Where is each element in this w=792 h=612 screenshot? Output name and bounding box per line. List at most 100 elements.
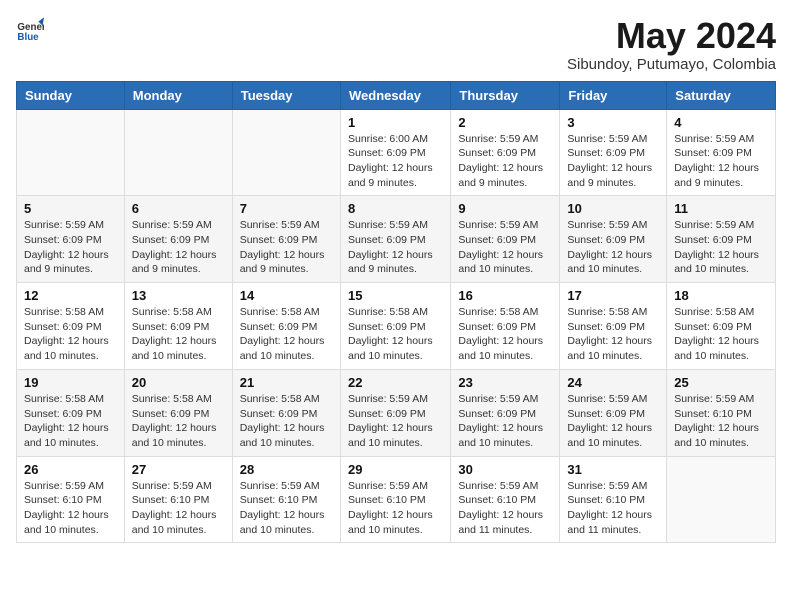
day-info: Sunrise: 5:58 AMSunset: 6:09 PMDaylight:… <box>132 392 225 451</box>
day-info: Sunrise: 5:58 AMSunset: 6:09 PMDaylight:… <box>674 305 768 364</box>
calendar-week-row: 12 Sunrise: 5:58 AMSunset: 6:09 PMDayligh… <box>17 283 776 370</box>
day-number: 11 <box>674 201 768 216</box>
day-number: 20 <box>132 375 225 390</box>
weekday-header-saturday: Saturday <box>667 81 776 109</box>
day-number: 27 <box>132 462 225 477</box>
day-info: Sunrise: 5:59 AMSunset: 6:09 PMDaylight:… <box>348 392 443 451</box>
weekday-header-tuesday: Tuesday <box>232 81 340 109</box>
day-info: Sunrise: 5:59 AMSunset: 6:10 PMDaylight:… <box>24 479 117 538</box>
day-info: Sunrise: 5:59 AMSunset: 6:09 PMDaylight:… <box>132 218 225 277</box>
weekday-header-sunday: Sunday <box>17 81 125 109</box>
calendar-cell: 27 Sunrise: 5:59 AMSunset: 6:10 PMDayligh… <box>124 456 232 543</box>
page-header: General Blue May 2024 Sibundoy, Putumayo… <box>16 16 776 73</box>
calendar-cell: 23Sunrise: 5:59 AMSunset: 6:09 PMDayligh… <box>451 369 560 456</box>
calendar-cell: 5Sunrise: 5:59 AMSunset: 6:09 PMDaylight… <box>17 196 125 283</box>
day-number: 1 <box>348 115 443 130</box>
calendar-cell: 30Sunrise: 5:59 AMSunset: 6:10 PMDayligh… <box>451 456 560 543</box>
calendar-cell: 31 Sunrise: 5:59 AMSunset: 6:10 PMDayligh… <box>560 456 667 543</box>
calendar-cell: 19 Sunrise: 5:58 AMSunset: 6:09 PMDayligh… <box>17 369 125 456</box>
calendar-cell: 29 Sunrise: 5:59 AMSunset: 6:10 PMDayligh… <box>340 456 450 543</box>
weekday-header-wednesday: Wednesday <box>340 81 450 109</box>
day-info: Sunrise: 5:59 AMSunset: 6:10 PMDaylight:… <box>348 479 443 538</box>
day-number: 5 <box>24 201 117 216</box>
calendar-cell: 17Sunrise: 5:58 AMSunset: 6:09 PMDayligh… <box>560 283 667 370</box>
day-number: 16 <box>458 288 552 303</box>
day-number: 14 <box>240 288 333 303</box>
day-number: 30 <box>458 462 552 477</box>
day-number: 2 <box>458 115 552 130</box>
calendar-cell: 16 Sunrise: 5:58 AMSunset: 6:09 PMDayligh… <box>451 283 560 370</box>
calendar-cell: 7Sunrise: 5:59 AMSunset: 6:09 PMDaylight… <box>232 196 340 283</box>
calendar-cell: 25 Sunrise: 5:59 AMSunset: 6:10 PMDayligh… <box>667 369 776 456</box>
calendar-week-row: 5 Sunrise: 5:59 AMSunset: 6:09 PMDaylight… <box>17 196 776 283</box>
logo-icon: General Blue <box>16 16 44 44</box>
calendar-cell: 6 Sunrise: 5:59 AMSunset: 6:09 PMDaylight… <box>124 196 232 283</box>
calendar-cell: 15Sunrise: 5:58 AMSunset: 6:09 PMDayligh… <box>340 283 450 370</box>
day-info: Sunrise: 5:59 AMSunset: 6:10 PMDaylight:… <box>240 479 333 538</box>
calendar-cell: 24Sunrise: 5:59 AMSunset: 6:09 PMDayligh… <box>560 369 667 456</box>
calendar-cell: 9 Sunrise: 5:59 AMSunset: 6:09 PMDaylight… <box>451 196 560 283</box>
day-info: Sunrise: 5:59 AMSunset: 6:09 PMDaylight:… <box>567 132 659 191</box>
day-number: 22 <box>348 375 443 390</box>
day-info: Sunrise: 5:59 AMSunset: 6:10 PMDaylight:… <box>567 479 659 538</box>
calendar-cell <box>667 456 776 543</box>
day-number: 18 <box>674 288 768 303</box>
day-info: Sunrise: 5:59 AMSunset: 6:09 PMDaylight:… <box>240 218 333 277</box>
calendar-cell: 20 Sunrise: 5:58 AMSunset: 6:09 PMDayligh… <box>124 369 232 456</box>
day-info: Sunrise: 5:59 AMSunset: 6:09 PMDaylight:… <box>674 218 768 277</box>
day-info: Sunrise: 5:59 AMSunset: 6:09 PMDaylight:… <box>458 218 552 277</box>
calendar-cell: 13Sunrise: 5:58 AMSunset: 6:09 PMDayligh… <box>124 283 232 370</box>
calendar-week-row: 26 Sunrise: 5:59 AMSunset: 6:10 PMDayligh… <box>17 456 776 543</box>
day-info: Sunrise: 5:59 AMSunset: 6:09 PMDaylight:… <box>348 218 443 277</box>
day-info: Sunrise: 5:58 AMSunset: 6:09 PMDaylight:… <box>458 305 552 364</box>
day-number: 3 <box>567 115 659 130</box>
day-info: Sunrise: 5:58 AMSunset: 6:09 PMDaylight:… <box>24 392 117 451</box>
calendar-cell <box>17 109 125 196</box>
day-info: Sunrise: 5:58 AMSunset: 6:09 PMDaylight:… <box>240 305 333 364</box>
calendar-cell: 3 Sunrise: 5:59 AMSunset: 6:09 PMDaylight… <box>560 109 667 196</box>
svg-text:Blue: Blue <box>17 32 39 43</box>
title-block: May 2024 Sibundoy, Putumayo, Colombia <box>567 16 776 73</box>
day-number: 12 <box>24 288 117 303</box>
weekday-header-thursday: Thursday <box>451 81 560 109</box>
day-number: 31 <box>567 462 659 477</box>
calendar-week-row: 19 Sunrise: 5:58 AMSunset: 6:09 PMDayligh… <box>17 369 776 456</box>
day-info: Sunrise: 5:59 AMSunset: 6:09 PMDaylight:… <box>567 218 659 277</box>
day-info: Sunrise: 5:59 AMSunset: 6:09 PMDaylight:… <box>458 132 552 191</box>
weekday-header-monday: Monday <box>124 81 232 109</box>
day-number: 6 <box>132 201 225 216</box>
calendar-cell: 10Sunrise: 5:59 AMSunset: 6:09 PMDayligh… <box>560 196 667 283</box>
calendar-cell: 22 Sunrise: 5:59 AMSunset: 6:09 PMDayligh… <box>340 369 450 456</box>
calendar-table: SundayMondayTuesdayWednesdayThursdayFrid… <box>16 81 776 544</box>
day-info: Sunrise: 5:58 AMSunset: 6:09 PMDaylight:… <box>348 305 443 364</box>
day-info: Sunrise: 5:58 AMSunset: 6:09 PMDaylight:… <box>24 305 117 364</box>
day-number: 13 <box>132 288 225 303</box>
calendar-cell: 14 Sunrise: 5:58 AMSunset: 6:09 PMDayligh… <box>232 283 340 370</box>
day-number: 9 <box>458 201 552 216</box>
day-info: Sunrise: 5:59 AMSunset: 6:09 PMDaylight:… <box>674 132 768 191</box>
day-number: 26 <box>24 462 117 477</box>
calendar-week-row: 1 Sunrise: 6:00 AMSunset: 6:09 PMDaylight… <box>17 109 776 196</box>
location-subtitle: Sibundoy, Putumayo, Colombia <box>567 56 776 73</box>
day-number: 29 <box>348 462 443 477</box>
day-info: Sunrise: 5:59 AMSunset: 6:10 PMDaylight:… <box>674 392 768 451</box>
calendar-cell: 18 Sunrise: 5:58 AMSunset: 6:09 PMDayligh… <box>667 283 776 370</box>
calendar-body: 1 Sunrise: 6:00 AMSunset: 6:09 PMDaylight… <box>17 109 776 543</box>
day-number: 28 <box>240 462 333 477</box>
day-number: 19 <box>24 375 117 390</box>
day-number: 25 <box>674 375 768 390</box>
calendar-cell: 2 Sunrise: 5:59 AMSunset: 6:09 PMDaylight… <box>451 109 560 196</box>
calendar-cell: 21 Sunrise: 5:58 AMSunset: 6:09 PMDayligh… <box>232 369 340 456</box>
calendar-cell: 8Sunrise: 5:59 AMSunset: 6:09 PMDaylight… <box>340 196 450 283</box>
day-number: 21 <box>240 375 333 390</box>
day-info: Sunrise: 6:00 AMSunset: 6:09 PMDaylight:… <box>348 132 443 191</box>
calendar-cell: 11 Sunrise: 5:59 AMSunset: 6:09 PMDayligh… <box>667 196 776 283</box>
calendar-cell <box>124 109 232 196</box>
day-info: Sunrise: 5:58 AMSunset: 6:09 PMDaylight:… <box>240 392 333 451</box>
day-number: 23 <box>458 375 552 390</box>
weekday-header-friday: Friday <box>560 81 667 109</box>
calendar-cell: 1 Sunrise: 6:00 AMSunset: 6:09 PMDaylight… <box>340 109 450 196</box>
calendar-cell: 28 Sunrise: 5:59 AMSunset: 6:10 PMDayligh… <box>232 456 340 543</box>
day-info: Sunrise: 5:59 AMSunset: 6:10 PMDaylight:… <box>132 479 225 538</box>
calendar-header: SundayMondayTuesdayWednesdayThursdayFrid… <box>17 81 776 109</box>
